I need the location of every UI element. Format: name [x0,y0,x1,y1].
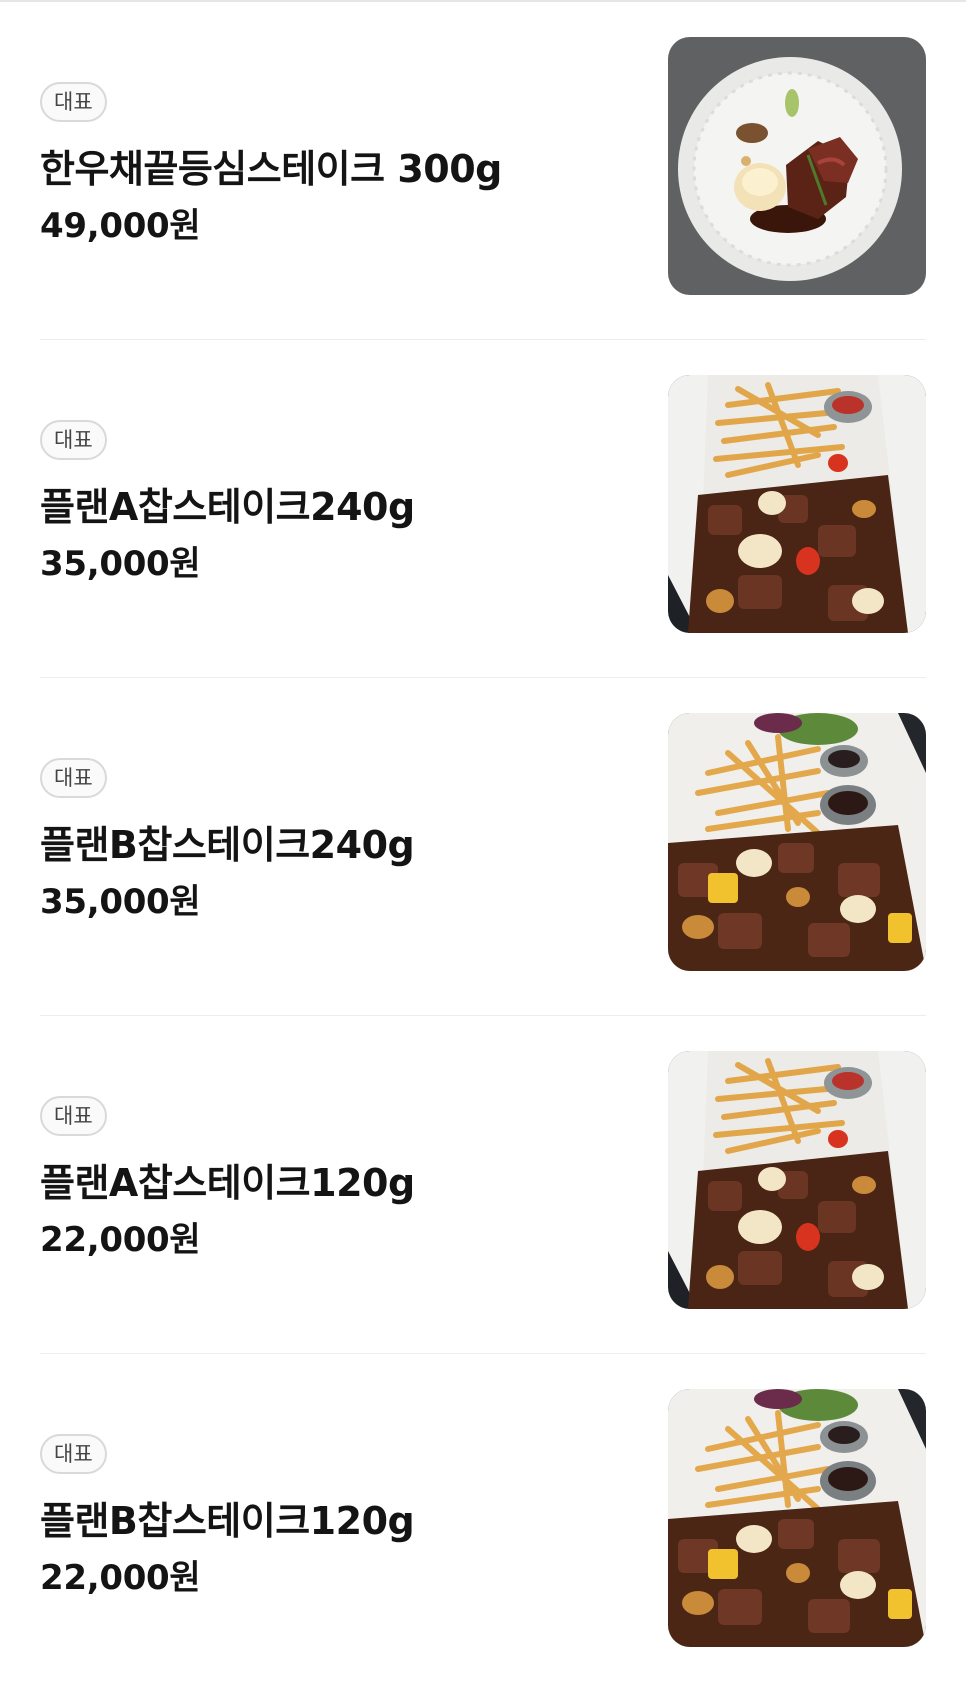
menu-item-photo[interactable] [668,1051,926,1309]
menu-item[interactable]: 대표 한우채끝등심스테이크 300g 49,000원 [0,2,966,340]
menu-item-price: 35,000원 [40,882,201,922]
menu-item-photo[interactable] [668,37,926,295]
menu-item-name: 플랜B찹스테이크120g [40,1499,415,1543]
menu-item-photo[interactable] [668,713,926,971]
signature-badge: 대표 [40,758,107,798]
menu-item-name: 플랜A찹스테이크120g [40,1161,415,1205]
menu-item-price: 35,000원 [40,544,201,584]
menu-list: 대표 한우채끝등심스테이크 300g 49,000원 대표 플랜A찹스테이크24… [0,2,966,1692]
menu-item-photo[interactable] [668,1389,926,1647]
menu-item-name: 한우채끝등심스테이크 300g [40,147,502,191]
plated-steak-photo [668,37,926,295]
menu-item[interactable]: 대표 플랜B찹스테이크120g 22,000원 [0,1354,966,1692]
menu-item-photo[interactable] [668,375,926,633]
signature-badge: 대표 [40,1434,107,1474]
menu-item[interactable]: 대표 플랜A찹스테이크240g 35,000원 [0,340,966,678]
signature-badge: 대표 [40,82,107,122]
signature-badge: 대표 [40,420,107,460]
signature-badge: 대표 [40,1096,107,1136]
menu-item[interactable]: 대표 플랜A찹스테이크120g 22,000원 [0,1016,966,1354]
chop-steak-fries-photo [668,375,926,633]
menu-item[interactable]: 대표 플랜B찹스테이크240g 35,000원 [0,678,966,1016]
chop-steak-fries-photo [668,1051,926,1309]
menu-item-price: 22,000원 [40,1558,201,1598]
chop-steak-fries-salad-photo [668,1389,926,1647]
menu-item-name: 플랜B찹스테이크240g [40,823,415,867]
menu-item-name: 플랜A찹스테이크240g [40,485,415,529]
menu-item-price: 22,000원 [40,1220,201,1260]
menu-item-price: 49,000원 [40,206,201,246]
chop-steak-fries-salad-photo [668,713,926,971]
